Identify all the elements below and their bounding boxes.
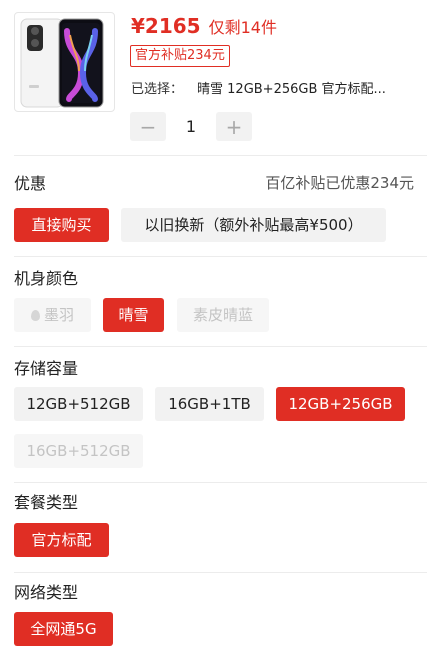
color-option-qingxue[interactable]: 晴雪 xyxy=(103,298,164,332)
divider xyxy=(14,155,427,156)
network-section-title: 网络类型 xyxy=(14,583,79,602)
selected-label: 已选择： xyxy=(131,82,184,97)
storage-section-title: 存储容量 xyxy=(14,359,79,378)
color-section-title: 机身颜色 xyxy=(14,269,79,288)
decrease-quantity-button[interactable]: − xyxy=(130,112,166,141)
subsidy-badge: 官方补贴234元 xyxy=(130,45,230,67)
divider xyxy=(14,482,427,483)
buy-now-option[interactable]: 直接购买 xyxy=(14,208,109,242)
color-option-label: 墨羽 xyxy=(43,306,74,324)
increase-quantity-button[interactable]: + xyxy=(216,112,252,141)
promo-title: 优惠 xyxy=(14,174,47,193)
price-row: ¥2165 仅剩14件 xyxy=(131,14,277,38)
drop-icon xyxy=(30,310,40,321)
price: ¥2165 xyxy=(131,14,201,38)
product-header: ¥2165 仅剩14件 官方补贴234元 已选择： 晴雪 12GB+256GB 官… xyxy=(0,0,427,150)
quantity-value[interactable]: 1 xyxy=(166,117,216,136)
package-section-title: 套餐类型 xyxy=(14,493,79,512)
trade-in-option[interactable]: 以旧换新（额外补贴最高¥500） xyxy=(121,208,386,242)
color-option-supi-qinglan[interactable]: 素皮晴蓝 xyxy=(177,298,269,332)
promo-value: 百亿补贴已优惠234元 xyxy=(265,173,414,192)
color-option-moyu[interactable]: 墨羽 xyxy=(14,298,91,332)
storage-option-12-512[interactable]: 12GB+512GB xyxy=(14,387,143,421)
stock-remaining: 仅剩14件 xyxy=(208,18,277,37)
promo-row[interactable]: 优惠 百亿补贴已优惠234元 xyxy=(14,170,414,194)
storage-option-12-256[interactable]: 12GB+256GB xyxy=(276,387,405,421)
network-option-5g[interactable]: 全网通5G xyxy=(14,612,113,646)
selected-value: 晴雪 12GB+256GB 官方标配... xyxy=(197,82,386,97)
phone-image xyxy=(20,18,104,108)
storage-option-16-1tb[interactable]: 16GB+1TB xyxy=(155,387,264,421)
package-option-standard[interactable]: 官方标配 xyxy=(14,523,109,557)
quantity-stepper: − 1 + xyxy=(130,112,252,141)
selected-spec: 已选择： 晴雪 12GB+256GB 官方标配... xyxy=(131,78,416,97)
divider xyxy=(14,346,427,347)
product-thumbnail[interactable] xyxy=(14,12,115,112)
divider xyxy=(14,572,427,573)
storage-option-16-512[interactable]: 16GB+512GB xyxy=(14,434,143,468)
divider xyxy=(14,256,427,257)
